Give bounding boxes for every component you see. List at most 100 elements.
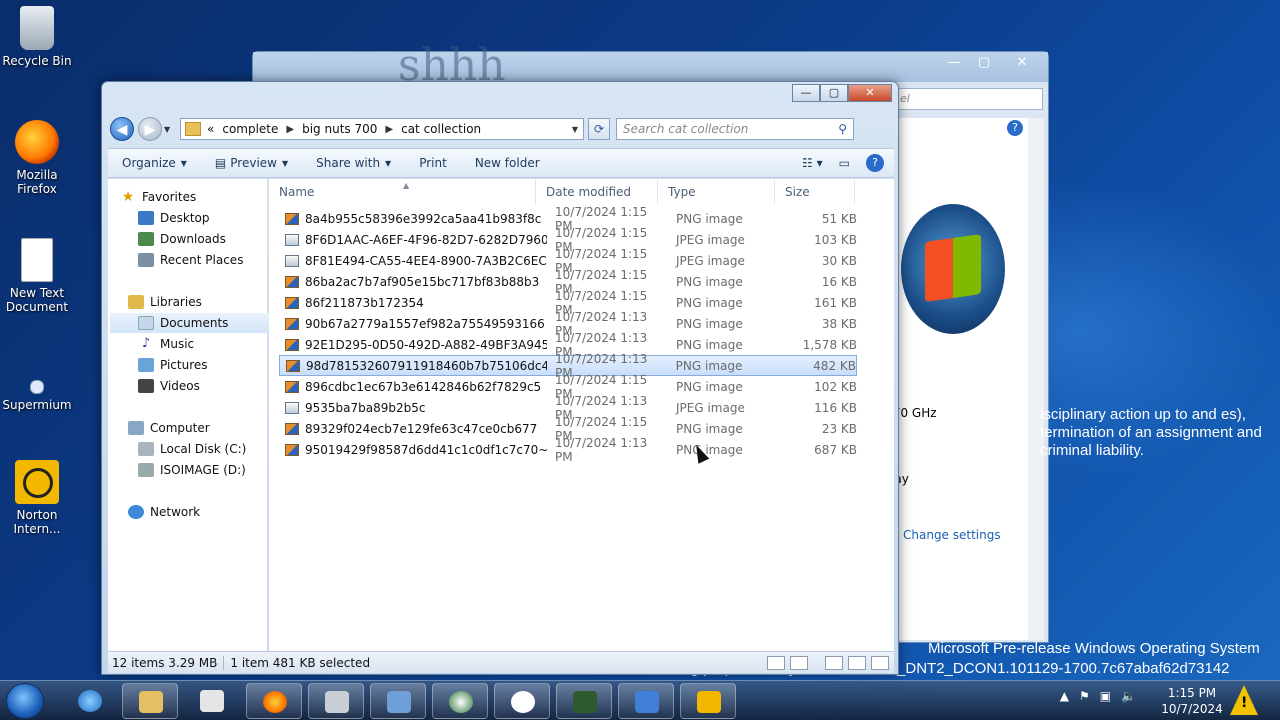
file-type: PNG image [676, 274, 743, 289]
preview-button[interactable]: ▤ Preview ▼ [215, 156, 288, 170]
organize-button[interactable]: Organize ▼ [122, 156, 187, 170]
column-size[interactable]: Size [775, 179, 855, 205]
taskbar-internet-explorer[interactable] [62, 683, 118, 719]
desktop-icon-norton[interactable]: Norton Intern... [0, 460, 74, 536]
nav-label: Computer [150, 421, 210, 435]
start-button[interactable] [6, 683, 44, 719]
file-size: 23 KB [821, 421, 857, 436]
nav-computer[interactable]: Computer [128, 418, 288, 438]
nav-label: Network [150, 505, 201, 519]
recent-pages-dropdown[interactable]: ▼ [164, 125, 174, 134]
search-icon[interactable]: ⚲ [838, 122, 847, 136]
breadcrumb-separator-icon[interactable]: ▶ [385, 124, 393, 135]
command-bar: Organize ▼ ▤ Preview ▼ Share with ▼ Print Ne… [108, 148, 894, 178]
nav-documents[interactable]: Documents [110, 313, 270, 333]
file-type: PNG image [676, 379, 743, 394]
nav-libraries[interactable]: Libraries [128, 292, 288, 312]
minimize-button[interactable]: — [792, 84, 820, 102]
breadcrumb-overflow[interactable]: « [207, 122, 214, 136]
taskbar-app-globe[interactable] [432, 683, 488, 719]
nav-favorites[interactable]: ★ Favorites [120, 187, 280, 207]
refresh-icon[interactable]: ⟳ [588, 118, 610, 140]
nav-label: Desktop [160, 211, 210, 225]
column-label: Name [279, 185, 315, 199]
warning-icon[interactable] [1230, 685, 1258, 715]
taskbar-firefox[interactable] [246, 683, 302, 719]
change-view-icon[interactable]: ☷ ▾ [802, 156, 823, 170]
breadcrumb-complete[interactable]: complete [222, 122, 278, 136]
help-icon[interactable]: ? [1007, 120, 1023, 136]
chevron-down-icon: ▼ [180, 158, 187, 168]
file-row[interactable]: 95019429f98587d6dd41c1c0df1c7c70~2 10/7/2… [279, 436, 857, 464]
column-type[interactable]: Type [658, 179, 775, 205]
explorer-window[interactable]: — ▢ ✕ ◀ ▶ ▼ « complete ▶ big nuts 700 ▶ … [101, 81, 899, 675]
search-input[interactable]: Search cat collection ⚲ [616, 118, 854, 140]
change-settings-link[interactable]: Change settings [903, 528, 1001, 542]
background-window-scrollbar[interactable] [1028, 118, 1044, 640]
png-file-icon [285, 422, 299, 435]
address-bar[interactable]: « complete ▶ big nuts 700 ▶ cat collecti… [180, 118, 584, 140]
taskbar-app-bird[interactable] [618, 683, 674, 719]
details-view-icon[interactable] [767, 655, 785, 670]
file-size: 1,578 KB [802, 337, 857, 352]
volume-muted-icon[interactable]: 🔈 [1121, 689, 1136, 703]
taskbar-app-terminal[interactable] [556, 683, 612, 719]
maximize-icon[interactable]: ▢ [971, 54, 997, 72]
column-date-modified[interactable]: Date modified [536, 179, 658, 205]
desktop-icon-supermium[interactable]: Supermium [0, 350, 74, 412]
disc-drive-icon [138, 463, 154, 477]
forward-arrow-icon[interactable]: ▶ [138, 117, 162, 141]
print-button[interactable]: Print [419, 156, 447, 170]
organize-label: Organize [122, 156, 176, 170]
list-view-icon[interactable] [790, 655, 808, 670]
taskbar-media-player[interactable] [184, 683, 240, 719]
minimize-icon[interactable]: — [941, 54, 967, 72]
view-switcher [767, 655, 894, 670]
png-file-icon [285, 212, 299, 225]
show-hidden-icons-icon[interactable]: ▲ [1060, 689, 1069, 703]
background-window-titlebar[interactable] [253, 52, 1048, 82]
taskbar-drive[interactable] [308, 683, 364, 719]
close-icon[interactable]: ✕ [1009, 54, 1035, 72]
taskbar-control-panel[interactable] [370, 683, 426, 719]
network-tray-icon[interactable]: ▣ [1100, 689, 1111, 703]
nav-label: Videos [160, 379, 200, 393]
nav-label: Pictures [160, 358, 208, 372]
desktop-icon-new-text-document[interactable]: New Text Document [0, 238, 74, 314]
address-dropdown-icon[interactable]: ▼ [567, 125, 583, 134]
flag-icon[interactable]: ⚑ [1079, 689, 1090, 703]
downloads-icon [138, 232, 154, 246]
media-player-icon [200, 690, 224, 712]
desktop-icon-label: Supermium [2, 398, 72, 412]
share-with-button[interactable]: Share with ▼ [316, 156, 391, 170]
breadcrumb-cat-collection[interactable]: cat collection [401, 122, 481, 136]
content-view-icon[interactable] [871, 655, 889, 670]
file-list[interactable]: ▲ Name Date modified Type Size 8a4b955c58… [269, 179, 894, 651]
large-icons-view-icon[interactable] [825, 655, 843, 670]
network-icon [128, 505, 144, 519]
breadcrumb-big-nuts-700[interactable]: big nuts 700 [302, 122, 377, 136]
file-size: 102 KB [814, 379, 857, 394]
taskbar-explorer[interactable] [122, 683, 178, 719]
desktop-icon-firefox[interactable]: Mozilla Firefox [0, 120, 74, 196]
help-icon[interactable]: ? [866, 154, 884, 172]
png-file-icon [285, 380, 299, 393]
maximize-button[interactable]: ▢ [820, 84, 848, 102]
nav-network[interactable]: Network [128, 502, 288, 522]
preview-pane-icon[interactable]: ▭ [839, 156, 850, 170]
jpeg-file-icon [285, 401, 299, 414]
background-window-search[interactable]: el [893, 88, 1043, 110]
file-type: PNG image [676, 442, 743, 457]
breadcrumb-separator-icon[interactable]: ▶ [286, 124, 294, 135]
tiles-view-icon[interactable] [848, 655, 866, 670]
new-folder-button[interactable]: New folder [475, 156, 540, 170]
close-button[interactable]: ✕ [848, 84, 892, 102]
back-arrow-icon[interactable]: ◀ [110, 117, 134, 141]
column-name[interactable]: ▲ Name [269, 179, 536, 205]
taskbar-app-panda[interactable] [494, 683, 550, 719]
file-size: 51 KB [821, 211, 857, 226]
clock[interactable]: 1:15 PM 10/7/2024 [1160, 685, 1224, 717]
png-file-icon [285, 296, 299, 309]
desktop-icon-recycle-bin[interactable]: Recycle Bin [0, 6, 74, 68]
taskbar-norton[interactable] [680, 683, 736, 719]
